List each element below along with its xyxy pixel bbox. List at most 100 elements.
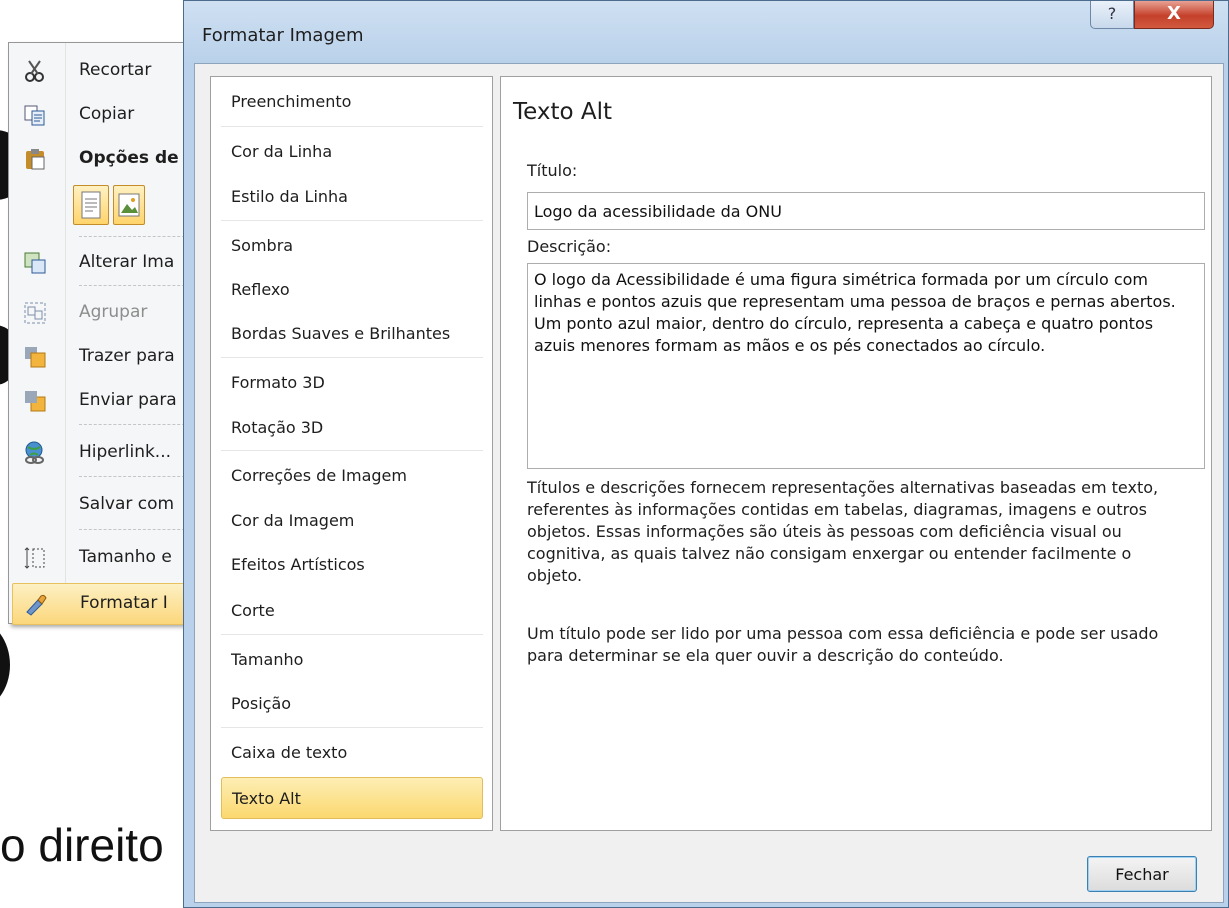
menu-item-label: Enviar para [79, 390, 177, 410]
menu-item-label: Agrupar [79, 302, 148, 322]
context-menu: Recortar Copiar Opções de Alterar Ima Ag… [8, 42, 200, 625]
menu-item-send-backward[interactable]: Enviar para [9, 381, 199, 421]
nav-item-label: Estilo da Linha [231, 187, 348, 206]
menu-item-copy[interactable]: Copiar [9, 95, 199, 135]
nav-item-label: Posição [231, 694, 292, 713]
nav-item-bordas-suaves[interactable]: Bordas Suaves e Brilhantes [221, 313, 483, 353]
paste-picture-icon [118, 193, 140, 217]
menu-item-label: Alterar Ima [79, 252, 175, 272]
category-list: Preenchimento Cor da Linha Estilo da Lin… [210, 76, 493, 831]
nav-item-cor-da-linha[interactable]: Cor da Linha [221, 131, 483, 171]
nav-separator [221, 727, 483, 728]
nav-separator [221, 357, 483, 358]
menu-separator [79, 476, 195, 477]
nav-item-posicao[interactable]: Posição [221, 683, 483, 723]
clipboard-icon [23, 147, 47, 171]
copy-icon [23, 103, 47, 127]
nav-item-caixa-de-texto[interactable]: Caixa de texto [221, 732, 483, 772]
nav-item-label: Texto Alt [232, 789, 301, 808]
menu-item-change-picture[interactable]: Alterar Ima [9, 243, 199, 283]
nav-item-label: Sombra [231, 236, 294, 255]
send-backward-icon [23, 389, 47, 413]
close-button[interactable]: Fechar [1087, 856, 1197, 892]
paste-picture-button[interactable] [113, 185, 145, 225]
nav-item-formato-3d[interactable]: Formato 3D [221, 362, 483, 402]
menu-item-bring-forward[interactable]: Trazer para [9, 337, 199, 377]
nav-item-label: Reflexo [231, 280, 290, 299]
menu-item-label: Recortar [79, 60, 152, 80]
help-button[interactable]: ? [1090, 1, 1134, 29]
size-icon [23, 546, 47, 570]
menu-item-save-as-picture[interactable]: Salvar com [9, 485, 199, 525]
nav-item-reflexo[interactable]: Reflexo [221, 269, 483, 309]
menu-item-label: Salvar com [79, 494, 175, 514]
format-picture-icon [24, 592, 48, 616]
menu-separator [79, 529, 195, 530]
menu-separator [79, 236, 195, 237]
change-picture-icon [23, 251, 47, 275]
nav-item-estilo-da-linha[interactable]: Estilo da Linha [221, 176, 483, 216]
group-icon [23, 301, 47, 325]
nav-item-preenchimento[interactable]: Preenchimento [221, 81, 483, 121]
nav-item-label: Corte [231, 601, 275, 620]
nav-item-label: Bordas Suaves e Brilhantes [231, 324, 451, 343]
nav-item-label: Rotação 3D [231, 418, 324, 437]
nav-item-texto-alt[interactable]: Texto Alt [221, 777, 483, 819]
format-picture-dialog: Formatar Imagem ? X Preenchimento Cor da… [183, 0, 1229, 908]
nav-item-label: Efeitos Artísticos [231, 555, 365, 574]
nav-item-correcoes-de-imagem[interactable]: Correções de Imagem [221, 455, 483, 495]
title-input[interactable] [527, 192, 1205, 230]
nav-separator [221, 220, 483, 221]
menu-item-label: Tamanho e [79, 547, 172, 567]
nav-separator [221, 450, 483, 451]
nav-item-efeitos-artisticos[interactable]: Efeitos Artísticos [221, 544, 483, 584]
menu-item-label: Opções de [79, 148, 179, 168]
menu-item-label: Copiar [79, 104, 135, 124]
alt-text-panel: Texto Alt Título: Descrição: O logo da A… [500, 76, 1212, 831]
description-textarea[interactable]: O logo da Acessibilidade é uma figura si… [527, 263, 1205, 469]
nav-separator [221, 634, 483, 635]
menu-item-cut[interactable]: Recortar [9, 51, 199, 91]
menu-item-label: Hiperlink... [79, 442, 172, 462]
nav-item-label: Formato 3D [231, 373, 325, 392]
slide-text: o direito [0, 819, 164, 871]
paste-keep-formatting-button[interactable] [73, 185, 109, 225]
nav-item-label: Cor da Linha [231, 142, 333, 161]
menu-separator [79, 285, 195, 286]
description-label: Descrição: [527, 237, 612, 256]
paste-document-icon [81, 191, 101, 219]
menu-item-label: Formatar I [80, 593, 168, 613]
nav-item-label: Preenchimento [231, 92, 352, 111]
title-label: Título: [527, 161, 578, 180]
scissors-icon [23, 59, 47, 83]
menu-item-paste-options: Opções de [9, 139, 199, 179]
menu-item-hyperlink[interactable]: Hiperlink... [9, 433, 199, 473]
dialog-title-bar[interactable]: Formatar Imagem ? X [184, 1, 1228, 63]
close-icon: X [1167, 3, 1181, 24]
dialog-title: Formatar Imagem [202, 25, 364, 46]
menu-item-size-position[interactable]: Tamanho e [9, 538, 199, 578]
nav-item-cor-da-imagem[interactable]: Cor da Imagem [221, 500, 483, 540]
help-paragraph-1: Títulos e descrições fornecem representa… [527, 478, 1159, 585]
nav-separator [221, 126, 483, 127]
nav-item-corte[interactable]: Corte [221, 590, 483, 630]
hyperlink-globe-icon [23, 441, 47, 465]
nav-item-tamanho[interactable]: Tamanho [221, 639, 483, 679]
bring-forward-icon [23, 345, 47, 369]
slide-shape-bottom [0, 620, 10, 710]
panel-heading: Texto Alt [513, 99, 613, 125]
nav-item-label: Caixa de texto [231, 743, 348, 762]
menu-item-format-picture[interactable]: Formatar I [12, 583, 198, 625]
close-window-button[interactable]: X [1134, 1, 1214, 29]
nav-item-sombra[interactable]: Sombra [221, 225, 483, 265]
nav-item-rotacao-3d[interactable]: Rotação 3D [221, 407, 483, 447]
help-icon: ? [1107, 4, 1117, 23]
help-paragraph-2: Um título pode ser lido por uma pessoa c… [527, 624, 1159, 665]
nav-item-label: Correções de Imagem [231, 466, 407, 485]
dialog-body: Preenchimento Cor da Linha Estilo da Lin… [194, 63, 1224, 903]
nav-item-label: Tamanho [231, 650, 304, 669]
nav-item-label: Cor da Imagem [231, 511, 355, 530]
menu-separator [79, 424, 195, 425]
menu-item-group[interactable]: Agrupar [9, 293, 199, 333]
menu-item-label: Trazer para [79, 346, 175, 366]
